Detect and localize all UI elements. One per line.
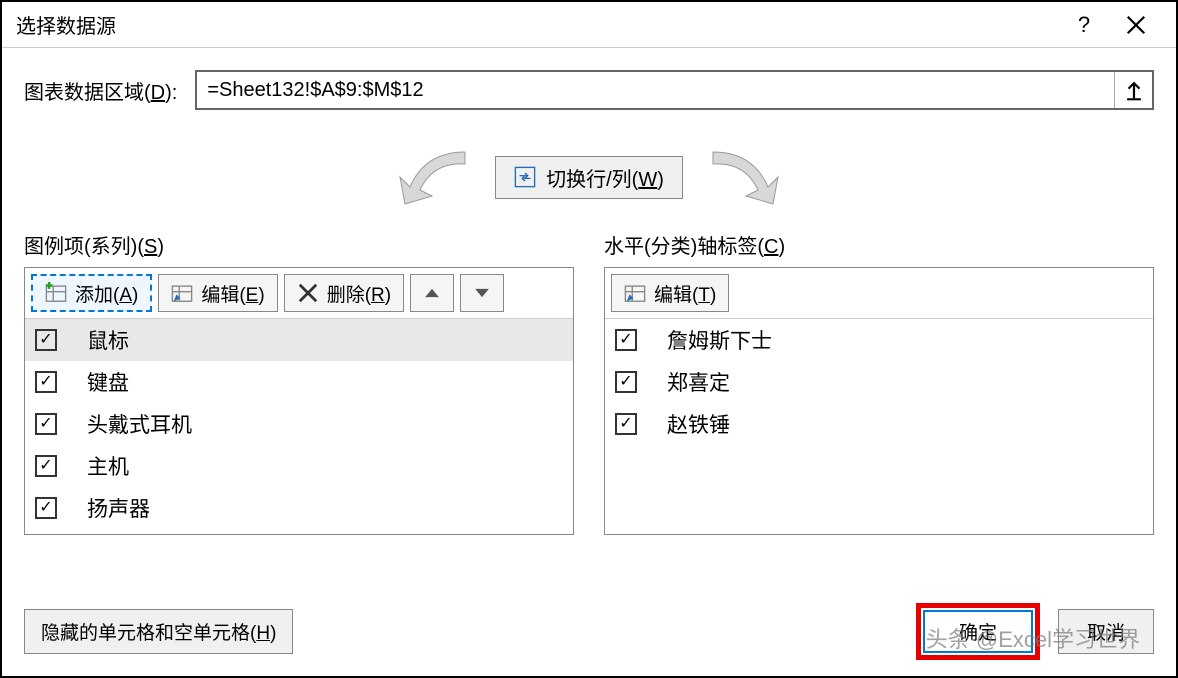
legend-panel: 添加(A) 编辑(E) 删除(R) [24, 267, 574, 535]
help-button[interactable]: ? [1058, 6, 1110, 44]
remove-icon [297, 282, 319, 304]
triangle-up-icon [421, 282, 443, 304]
triangle-down-icon [471, 282, 493, 304]
category-item[interactable]: ✓ 赵铁锤 [605, 403, 1153, 445]
checkbox-icon[interactable]: ✓ [615, 329, 637, 351]
table-add-icon [45, 282, 67, 304]
table-edit-icon [624, 282, 646, 304]
arrow-left-icon [375, 142, 495, 212]
hidden-empty-cells-button[interactable]: 隐藏的单元格和空单元格(H) [24, 609, 293, 654]
legend-toolbar: 添加(A) 编辑(E) 删除(R) [25, 268, 573, 319]
remove-series-button[interactable]: 删除(R) [284, 274, 404, 312]
edit-axis-button[interactable]: 编辑(T) [611, 274, 729, 312]
checkbox-icon[interactable]: ✓ [615, 413, 637, 435]
chart-data-range-input[interactable] [197, 72, 1114, 108]
collapse-icon [1123, 79, 1145, 101]
category-item[interactable]: ✓ 郑喜定 [605, 361, 1153, 403]
cancel-button[interactable]: 取消 [1058, 609, 1154, 654]
switch-row-column-button[interactable]: 切换行/列(W) [495, 156, 683, 199]
series-item[interactable]: ✓ 扬声器 [25, 487, 573, 529]
series-item-label: 扬声器 [87, 493, 150, 523]
category-item-label: 赵铁锤 [667, 409, 730, 439]
category-listbox[interactable]: ✓ 詹姆斯下士 ✓ 郑喜定 ✓ 赵铁锤 [605, 319, 1153, 534]
axis-labels-label: 水平(分类)轴标签(C) [604, 230, 1154, 259]
series-item[interactable]: ✓ 头戴式耳机 [25, 403, 573, 445]
add-series-button[interactable]: 添加(A) [31, 274, 152, 312]
axis-labels-column: 水平(分类)轴标签(C) 编辑(T) ✓ 詹姆斯下士 [604, 230, 1154, 535]
axis-toolbar: 编辑(T) [605, 268, 1153, 319]
dialog-title: 选择数据源 [16, 10, 1058, 39]
chart-data-range-row: 图表数据区域(D): [24, 70, 1154, 110]
series-item[interactable]: ✓ 鼠标 [25, 319, 573, 361]
series-item-label: 头戴式耳机 [87, 409, 192, 439]
titlebar: 选择数据源 ? [2, 2, 1176, 48]
axis-panel: 编辑(T) ✓ 詹姆斯下士 ✓ 郑喜定 ✓ [604, 267, 1154, 535]
move-down-button[interactable] [460, 274, 504, 312]
move-up-button[interactable] [410, 274, 454, 312]
close-icon [1125, 14, 1147, 36]
series-item[interactable]: ✓ 主机 [25, 445, 573, 487]
series-item-label: 主机 [87, 451, 129, 481]
legend-entries-label: 图例项(系列)(S) [24, 230, 574, 259]
switch-icon [514, 166, 536, 188]
series-listbox[interactable]: ✓ 鼠标 ✓ 键盘 ✓ 头戴式耳机 ✓ 主机 [25, 319, 573, 534]
category-item[interactable]: ✓ 詹姆斯下士 [605, 319, 1153, 361]
dialog-footer: 隐藏的单元格和空单元格(H) 确定 取消 [24, 603, 1154, 660]
table-edit-icon [171, 282, 193, 304]
checkbox-icon[interactable]: ✓ [35, 329, 57, 351]
checkbox-icon[interactable]: ✓ [35, 413, 57, 435]
edit-series-button[interactable]: 编辑(E) [158, 274, 277, 312]
legend-entries-column: 图例项(系列)(S) 添加(A) 编辑(E) [24, 230, 574, 535]
collapse-dialog-button[interactable] [1114, 72, 1152, 108]
checkbox-icon[interactable]: ✓ [615, 371, 637, 393]
columns: 图例项(系列)(S) 添加(A) 编辑(E) [24, 230, 1154, 535]
ok-highlight: 确定 [916, 603, 1040, 660]
footer-right-buttons: 确定 取消 [916, 603, 1154, 660]
series-item-label: 鼠标 [87, 325, 129, 355]
checkbox-icon[interactable]: ✓ [35, 455, 57, 477]
ok-button[interactable]: 确定 [923, 610, 1033, 653]
category-item-label: 詹姆斯下士 [667, 325, 772, 355]
chart-data-range-input-wrap [195, 70, 1154, 110]
close-button[interactable] [1110, 6, 1162, 44]
chart-data-range-label: 图表数据区域(D): [24, 76, 177, 105]
arrow-right-icon [683, 142, 803, 212]
checkbox-icon[interactable]: ✓ [35, 497, 57, 519]
select-data-source-dialog: 选择数据源 ? 图表数据区域(D): 切换行/列(W) [0, 0, 1178, 678]
checkbox-icon[interactable]: ✓ [35, 371, 57, 393]
category-item-label: 郑喜定 [667, 367, 730, 397]
series-item-label: 键盘 [87, 367, 129, 397]
series-item[interactable]: ✓ 键盘 [25, 361, 573, 403]
dialog-body: 图表数据区域(D): 切换行/列(W) [2, 48, 1176, 547]
switch-row-column-row: 切换行/列(W) [24, 142, 1154, 212]
